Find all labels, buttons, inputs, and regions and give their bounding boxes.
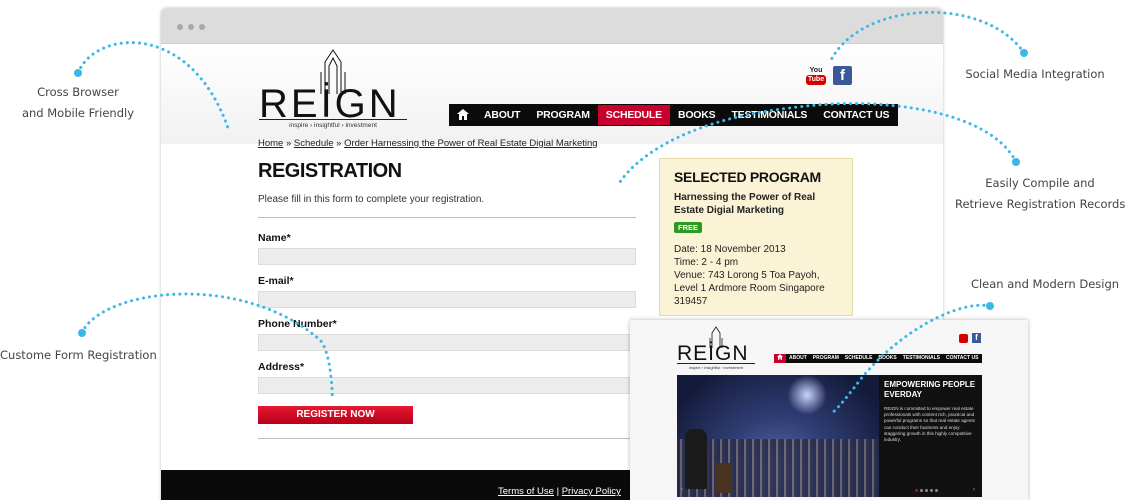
preview-nav-program[interactable]: PROGRAM (810, 354, 842, 363)
preview-logo: REİGN inspire › insightful › investment (677, 326, 755, 372)
form-intro: Please fill in this form to complete you… (258, 194, 485, 205)
slider-dot[interactable] (915, 489, 918, 492)
address-label: Address* (258, 361, 305, 373)
phone-label: Phone Number* (258, 318, 337, 330)
selected-program-heading: SELECTED PROGRAM (674, 169, 821, 185)
callout-dot (1012, 158, 1020, 166)
youtube-icon[interactable] (959, 334, 968, 343)
footer-separator: | (553, 486, 562, 497)
hero-title: EMPOWERING PEOPLE EVERDAY (884, 380, 976, 399)
breadcrumb-schedule[interactable]: Schedule (294, 138, 334, 149)
slider-dots (915, 489, 938, 492)
youtube-label-bottom: Tube (806, 75, 826, 85)
stage: Cross Browser and Mobile Friendly Social… (0, 0, 1126, 500)
email-field[interactable] (258, 291, 636, 308)
program-time: Time: 2 - 4 pm (674, 257, 739, 268)
window-dot (199, 24, 205, 30)
breadcrumb: Home » Schedule » Order Harnessing the P… (258, 138, 598, 149)
preview-nav-schedule[interactable]: SCHEDULE (842, 354, 876, 363)
nav-testimonials[interactable]: TESTIMONIALS (723, 105, 815, 125)
register-now-button[interactable]: REGISTER NOW (258, 406, 413, 424)
email-label: E-mail* (258, 275, 294, 287)
breadcrumb-home[interactable]: Home (258, 138, 283, 149)
nav-contact-us[interactable]: CONTACT US (815, 105, 897, 125)
prev-arrow-icon[interactable]: ‹ (681, 487, 683, 493)
callout-clean-design: Clean and Modern Design (970, 277, 1120, 291)
callout-social-media: Social Media Integration (965, 67, 1105, 81)
nav-books[interactable]: BOOKS (670, 105, 724, 125)
selected-program-box: SELECTED PROGRAM Harnessing the Power of… (659, 158, 853, 316)
nav-program[interactable]: PROGRAM (528, 105, 597, 125)
callout-dot (1020, 49, 1028, 57)
phone-field[interactable] (258, 334, 636, 351)
free-badge: FREE (674, 222, 703, 233)
callout-compile-line1: Easily Compile and (985, 176, 1095, 190)
slider-dot[interactable] (920, 489, 923, 492)
slider-controls: ‹ › (677, 487, 982, 495)
selected-program-name: Harnessing the Power of Real Estate Digi… (674, 192, 816, 216)
speaker-figure (685, 429, 707, 489)
preview-logo-tagline: inspire › insightful › investment (677, 363, 755, 370)
preview-nav-contact-us[interactable]: CONTACT US (943, 354, 981, 363)
callout-dot (78, 329, 86, 337)
program-date: Date: 18 November 2013 (674, 244, 786, 255)
nav-home[interactable] (450, 105, 476, 125)
logo-tagline: inspire › insightful › investment (259, 119, 407, 129)
divider (258, 217, 636, 218)
address-field[interactable] (258, 377, 636, 394)
page-title: REGISTRATION (258, 160, 402, 182)
home-icon (457, 109, 469, 120)
footer-links: Terms of Use | Privacy Policy (498, 486, 621, 497)
terms-of-use-link[interactable]: Terms of Use (498, 486, 554, 497)
window-dot (177, 24, 183, 30)
reign-logo[interactable]: REİGN inspire › insightful › investment (259, 48, 407, 132)
divider (258, 438, 636, 439)
homepage-preview-window: REİGN inspire › insightful › investment … (630, 320, 1028, 500)
home-icon (777, 354, 783, 360)
slider-dot[interactable] (930, 489, 933, 492)
breadcrumb-separator: » (333, 138, 345, 149)
nav-schedule[interactable]: SCHEDULE (597, 105, 670, 125)
facebook-icon[interactable]: f (833, 66, 852, 85)
preview-nav-books[interactable]: BOOKS (875, 354, 899, 363)
callout-cross-browser-line1: Cross Browser (37, 85, 119, 99)
hero-text-panel: EMPOWERING PEOPLE EVERDAY REIGN is commi… (879, 375, 982, 497)
hero-slider: EMPOWERING PEOPLE EVERDAY REIGN is commi… (677, 375, 982, 497)
main-nav: ABOUT PROGRAM SCHEDULE BOOKS TESTIMONIAL… (449, 104, 899, 126)
preview-nav-home[interactable] (774, 354, 786, 363)
youtube-label-top: You (809, 67, 823, 74)
callout-dot (74, 69, 82, 77)
slider-dot[interactable] (935, 489, 938, 492)
name-field[interactable] (258, 248, 636, 265)
youtube-icon[interactable]: You Tube (806, 66, 826, 88)
stage-light (787, 375, 827, 415)
privacy-policy-link[interactable]: Privacy Policy (562, 486, 621, 497)
breadcrumb-current[interactable]: Order Harnessing the Power of Real Estat… (344, 138, 597, 149)
window-dot (188, 24, 194, 30)
callout-custom-form: Custome Form Registration (0, 348, 157, 362)
name-label: Name* (258, 232, 291, 244)
callout-compile: Easily Compile and Retrieve Registration… (955, 173, 1125, 215)
slider-dot[interactable] (925, 489, 928, 492)
preview-nav: ABOUT PROGRAM SCHEDULE BOOKS TESTIMONIAL… (774, 354, 982, 363)
callout-dot (986, 302, 994, 310)
program-details: Date: 18 November 2013 Time: 2 - 4 pm Ve… (674, 243, 838, 308)
preview-nav-about[interactable]: ABOUT (786, 354, 810, 363)
callout-compile-line2: Retrieve Registration Records (955, 197, 1126, 211)
nav-about[interactable]: ABOUT (476, 105, 528, 125)
facebook-icon[interactable]: f (972, 333, 981, 343)
callout-cross-browser-line2: and Mobile Friendly (21, 106, 135, 120)
browser-titlebar (161, 8, 943, 44)
hero-text: REIGN is committed to empower real estat… (884, 406, 975, 443)
program-venue: Venue: 743 Lorong 5 Toa Payoh, Level 1 A… (674, 270, 825, 307)
preview-nav-testimonials[interactable]: TESTIMONIALS (900, 354, 943, 363)
callout-cross-browser: Cross Browser and Mobile Friendly (18, 82, 138, 124)
hero-photo (677, 375, 879, 497)
breadcrumb-separator: » (283, 138, 294, 149)
next-arrow-icon[interactable]: › (973, 487, 975, 493)
